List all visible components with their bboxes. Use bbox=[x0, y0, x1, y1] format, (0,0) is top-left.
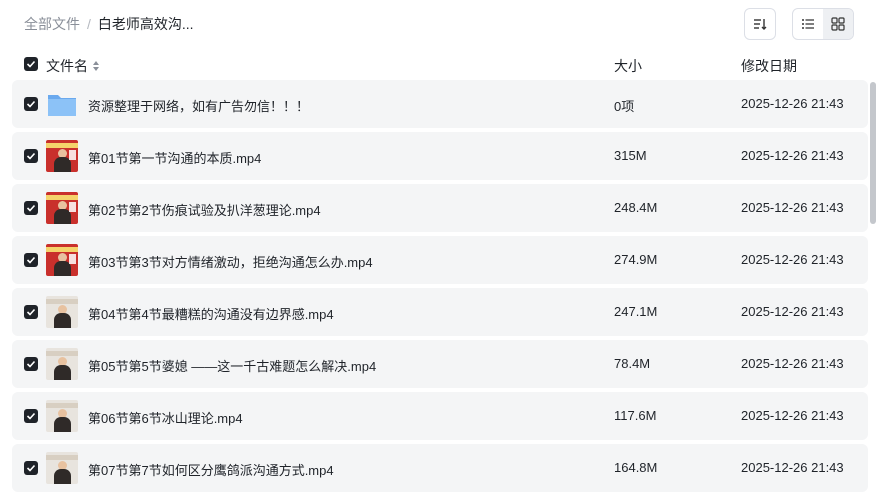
breadcrumb-root[interactable]: 全部文件 bbox=[24, 14, 80, 34]
check-icon bbox=[26, 360, 36, 368]
file-size: 164.8M bbox=[614, 460, 658, 475]
file-size: 274.9M bbox=[614, 252, 658, 267]
scrollbar-thumb[interactable] bbox=[870, 82, 876, 224]
check-icon bbox=[26, 100, 36, 108]
folder-icon bbox=[46, 88, 78, 120]
video-thumbnail bbox=[46, 140, 78, 172]
file-modified: 2025-12-26 21:43 bbox=[741, 252, 844, 267]
file-name: 第01节第一节沟通的本质.mp4 bbox=[88, 151, 262, 166]
file-modified: 2025-12-26 21:43 bbox=[741, 96, 844, 111]
sort-button[interactable] bbox=[744, 8, 776, 40]
check-icon bbox=[26, 256, 36, 264]
file-name: 第06节第6节冰山理论.mp4 bbox=[88, 411, 243, 426]
name-column-header[interactable]: 文件名 bbox=[46, 56, 100, 76]
scrollbar[interactable] bbox=[870, 80, 876, 495]
file-name: 第02节第2节伤痕试验及扒洋葱理论.mp4 bbox=[88, 203, 321, 218]
sort-toggle-icon[interactable] bbox=[92, 60, 100, 72]
file-list: 资源整理于网络，如有广告勿信！！！ 0项 2025-12-26 21:43 第0… bbox=[12, 80, 868, 495]
list-view-button[interactable] bbox=[793, 9, 823, 39]
header: 全部文件 / 白老师高效沟... bbox=[0, 0, 878, 48]
size-column-header: 大小 bbox=[614, 58, 642, 74]
file-row-folder[interactable]: 资源整理于网络，如有广告勿信！！！ 0项 2025-12-26 21:43 bbox=[12, 80, 868, 128]
grid-view-button[interactable] bbox=[823, 9, 853, 39]
file-row-video[interactable]: 第07节第7节如何区分鹰鸽派沟通方式.mp4 164.8M 2025-12-26… bbox=[12, 444, 868, 492]
breadcrumb-separator: / bbox=[87, 16, 91, 32]
video-thumbnail bbox=[46, 244, 78, 276]
modified-column-header: 修改日期 bbox=[741, 58, 797, 74]
file-modified: 2025-12-26 21:43 bbox=[741, 304, 844, 319]
row-checkbox[interactable] bbox=[24, 97, 38, 111]
file-name: 第07节第7节如何区分鹰鸽派沟通方式.mp4 bbox=[88, 463, 334, 478]
file-modified: 2025-12-26 21:43 bbox=[741, 460, 844, 475]
file-name: 第04节第4节最糟糕的沟通没有边界感.mp4 bbox=[88, 307, 334, 322]
file-name: 资源整理于网络，如有广告勿信！！！ bbox=[88, 99, 310, 114]
row-checkbox[interactable] bbox=[24, 461, 38, 475]
file-browser: 全部文件 / 白老师高效沟... 文件名 大小 修改日期 资源整理于网络，如有广… bbox=[0, 0, 878, 495]
check-icon bbox=[26, 464, 36, 472]
file-size: 248.4M bbox=[614, 200, 658, 215]
check-icon bbox=[26, 204, 36, 212]
file-row-video[interactable]: 第04节第4节最糟糕的沟通没有边界感.mp4 247.1M 2025-12-26… bbox=[12, 288, 868, 336]
video-thumbnail bbox=[46, 296, 78, 328]
file-size: 0项 bbox=[614, 99, 635, 114]
file-size: 315M bbox=[614, 148, 647, 163]
select-all-checkbox[interactable] bbox=[24, 57, 38, 71]
sort-icon bbox=[754, 19, 767, 30]
video-thumbnail bbox=[46, 192, 78, 224]
row-checkbox[interactable] bbox=[24, 253, 38, 267]
file-row-video[interactable]: 第02节第2节伤痕试验及扒洋葱理论.mp4 248.4M 2025-12-26 … bbox=[12, 184, 868, 232]
file-row-video[interactable]: 第05节第5节婆媳 ——这一千古难题怎么解决.mp4 78.4M 2025-12… bbox=[12, 340, 868, 388]
check-icon bbox=[26, 152, 36, 160]
file-size: 78.4M bbox=[614, 356, 651, 371]
file-name: 第05节第5节婆媳 ——这一千古难题怎么解决.mp4 bbox=[88, 359, 377, 374]
file-size: 117.6M bbox=[614, 408, 657, 423]
row-checkbox[interactable] bbox=[24, 305, 38, 319]
file-name: 第03节第3节对方情绪激动，拒绝沟通怎么办.mp4 bbox=[88, 255, 373, 270]
file-size: 247.1M bbox=[614, 304, 658, 319]
breadcrumb-current: 白老师高效沟... bbox=[97, 16, 194, 32]
file-modified: 2025-12-26 21:43 bbox=[741, 148, 844, 163]
file-row-video[interactable]: 第06节第6节冰山理论.mp4 117.6M 2025-12-26 21:43 bbox=[12, 392, 868, 440]
view-switch bbox=[792, 8, 854, 40]
list-view-icon bbox=[802, 19, 814, 29]
grid-view-icon bbox=[831, 17, 845, 31]
file-modified: 2025-12-26 21:43 bbox=[741, 200, 844, 215]
row-checkbox[interactable] bbox=[24, 149, 38, 163]
column-header: 文件名 大小 修改日期 bbox=[12, 48, 868, 80]
file-row-video[interactable]: 第01节第一节沟通的本质.mp4 315M 2025-12-26 21:43 bbox=[12, 132, 868, 180]
video-thumbnail bbox=[46, 452, 78, 484]
toolbar bbox=[744, 8, 854, 40]
check-icon bbox=[26, 308, 36, 316]
file-row-video[interactable]: 第03节第3节对方情绪激动，拒绝沟通怎么办.mp4 274.9M 2025-12… bbox=[12, 236, 868, 284]
video-thumbnail bbox=[46, 400, 78, 432]
name-column-label: 文件名 bbox=[46, 58, 88, 74]
breadcrumb: 全部文件 / 白老师高效沟... bbox=[24, 14, 194, 34]
row-checkbox[interactable] bbox=[24, 201, 38, 215]
row-checkbox[interactable] bbox=[24, 357, 38, 371]
check-icon bbox=[26, 60, 36, 68]
video-thumbnail bbox=[46, 348, 78, 380]
file-modified: 2025-12-26 21:43 bbox=[741, 408, 844, 423]
row-checkbox[interactable] bbox=[24, 409, 38, 423]
file-modified: 2025-12-26 21:43 bbox=[741, 356, 844, 371]
check-icon bbox=[26, 412, 36, 420]
